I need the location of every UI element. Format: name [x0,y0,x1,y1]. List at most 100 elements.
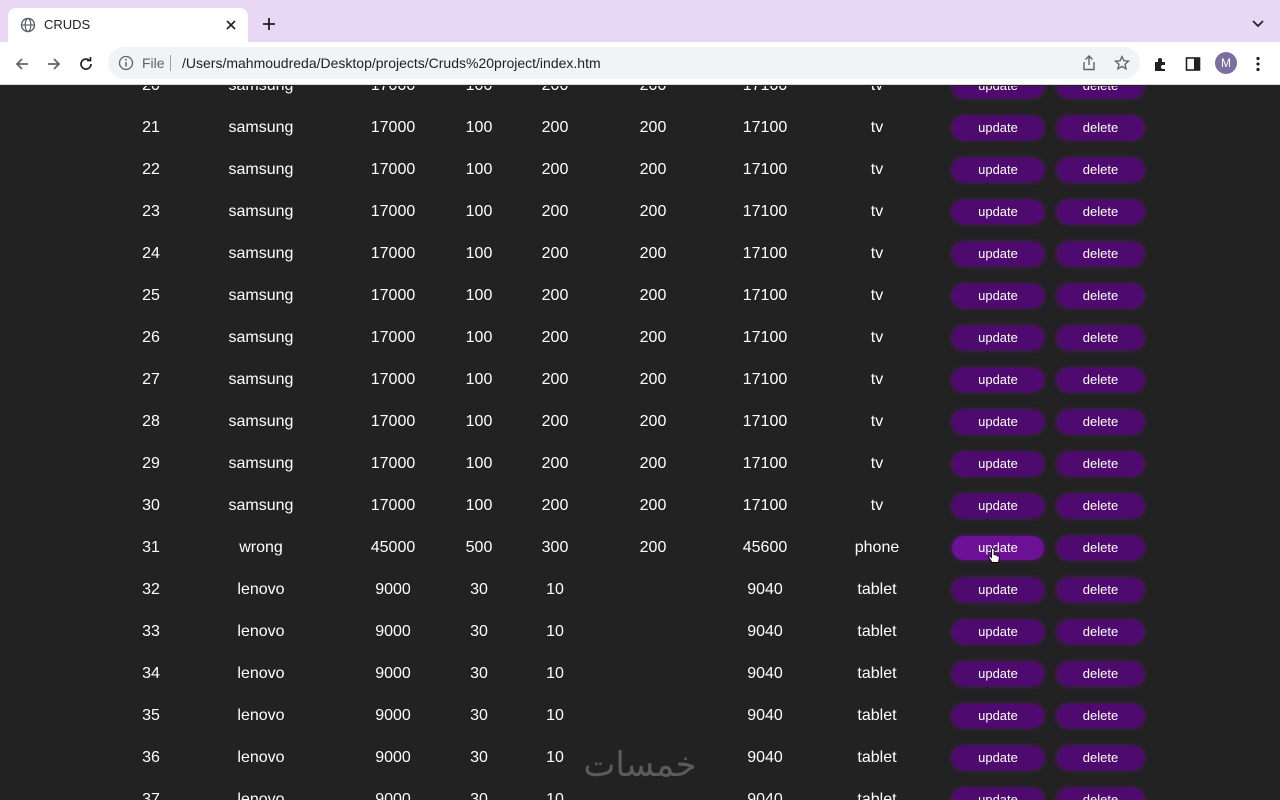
update-button[interactable]: update [952,788,1044,800]
cell-price: 9000 [375,707,411,724]
cell-category: tablet [857,791,897,800]
extensions-icon[interactable] [1150,53,1172,75]
cell-ads: 200 [541,203,569,220]
cell-taxes: 30 [470,581,488,598]
cell-id: 21 [142,119,160,136]
update-button[interactable]: update [952,620,1044,644]
info-icon[interactable] [118,55,134,71]
update-button[interactable]: update [952,368,1044,392]
cell-id: 36 [142,749,160,766]
back-button[interactable] [10,52,34,76]
cell-discount: 200 [639,497,667,514]
delete-button[interactable]: delete [1057,452,1144,476]
table-row: 21 samsung 17000 100 200 200 17100 tv update dele… [0,112,1280,154]
share-icon[interactable] [1080,54,1098,72]
cell-price: 45000 [370,539,416,556]
close-tab-icon[interactable] [222,16,240,34]
update-button[interactable]: update [952,746,1044,770]
delete-button[interactable]: delete [1057,368,1144,392]
cell-price: 17000 [370,203,416,220]
products-table: 20 samsung 17000 100 200 200 17100 tv update dele… [0,86,1280,800]
cell-ads: 200 [541,329,569,346]
cell-total: 17100 [715,86,815,102]
cell-ads: 200 [541,287,569,304]
cell-id: 22 [142,161,160,178]
delete-button[interactable]: delete [1057,746,1144,770]
cell-discount: 200 [639,119,667,136]
new-tab-button[interactable] [258,13,280,35]
delete-button[interactable]: delete [1057,662,1144,686]
cell-title: samsung [228,287,294,304]
update-button[interactable]: update [952,86,1044,98]
update-button[interactable]: update [952,662,1044,686]
table-row: 32 lenovo 9000 30 10 9040 tablet update delete [0,574,1280,616]
delete-button[interactable]: delete [1057,158,1144,182]
cell-total: 17100 [742,203,788,220]
update-button[interactable]: update [952,494,1044,518]
update-button[interactable]: update [952,578,1044,602]
cell-title: samsung [228,455,294,472]
cell-category: tv [870,245,884,262]
delete-button[interactable]: delete [1057,578,1144,602]
delete-button[interactable]: delete [1057,494,1144,518]
cell-category: tablet [857,581,897,598]
cell-taxes: 500 [465,539,493,556]
delete-button[interactable]: delete [1057,242,1144,266]
forward-button[interactable] [42,52,66,76]
table-row: 20 samsung 17000 100 200 200 17100 tv update dele… [0,86,1280,112]
update-button[interactable]: update [952,284,1044,308]
delete-button[interactable]: delete [1057,200,1144,224]
delete-button[interactable]: delete [1057,116,1144,140]
delete-button[interactable]: delete [1057,536,1144,560]
update-button[interactable]: update [952,200,1044,224]
cell-total: 17100 [742,329,788,346]
reload-button[interactable] [74,52,98,76]
delete-button[interactable]: delete [1057,326,1144,350]
cell-taxes: 30 [470,623,488,640]
browser-tab[interactable]: CRUDS [8,8,248,42]
bookmark-star-icon[interactable] [1113,54,1131,72]
cell-taxes: 100 [465,161,493,178]
delete-button[interactable]: delete [1057,788,1144,800]
cell-id: 33 [142,623,160,640]
address-url[interactable]: /Users/mahmoudreda/Desktop/projects/Crud… [182,55,601,71]
table-row: 28 samsung 17000 100 200 200 17100 tv update dele… [0,406,1280,448]
page-viewport: 20 samsung 17000 100 200 200 17100 tv update dele… [0,86,1280,800]
update-button[interactable]: update [952,158,1044,182]
update-button[interactable]: update [952,116,1044,140]
cell-total: 17100 [742,371,788,388]
update-button[interactable]: update [952,452,1044,476]
cell-title: samsung [228,119,294,136]
cell-category: tablet [857,749,897,766]
cell-price: 9000 [375,749,411,766]
cell-id: 30 [142,497,160,514]
cell-discount: 200 [639,287,667,304]
delete-button[interactable]: delete [1057,704,1144,728]
cell-discount [613,700,693,732]
cell-ads: 200 [515,86,595,102]
delete-button[interactable]: delete [1057,86,1144,98]
cell-price: 9000 [375,791,411,800]
arrow-left-icon [15,58,28,70]
delete-button[interactable]: delete [1057,284,1144,308]
delete-button[interactable]: delete [1057,620,1144,644]
update-button[interactable]: update [952,242,1044,266]
update-button[interactable]: update [952,410,1044,434]
cell-title: samsung [228,371,294,388]
delete-button[interactable]: delete [1057,410,1144,434]
address-bar[interactable]: File /Users/mahmoudreda/Desktop/projects… [108,47,1140,79]
cell-category: tv [870,161,884,178]
cell-title: lenovo [237,623,285,640]
cell-discount: 200 [639,329,667,346]
chevron-down-icon [1252,20,1264,28]
update-button[interactable]: update [952,326,1044,350]
table-row: 24 samsung 17000 100 200 200 17100 tv update dele… [0,238,1280,280]
side-panel-icon[interactable] [1182,53,1204,75]
cell-taxes: 30 [470,665,488,682]
file-scheme-label: File [142,55,165,71]
update-button[interactable]: update [952,704,1044,728]
cell-id: 25 [142,287,160,304]
kebab-menu-icon[interactable] [1247,53,1269,75]
tab-search-button[interactable] [1248,14,1268,34]
profile-avatar[interactable]: M [1215,52,1237,74]
